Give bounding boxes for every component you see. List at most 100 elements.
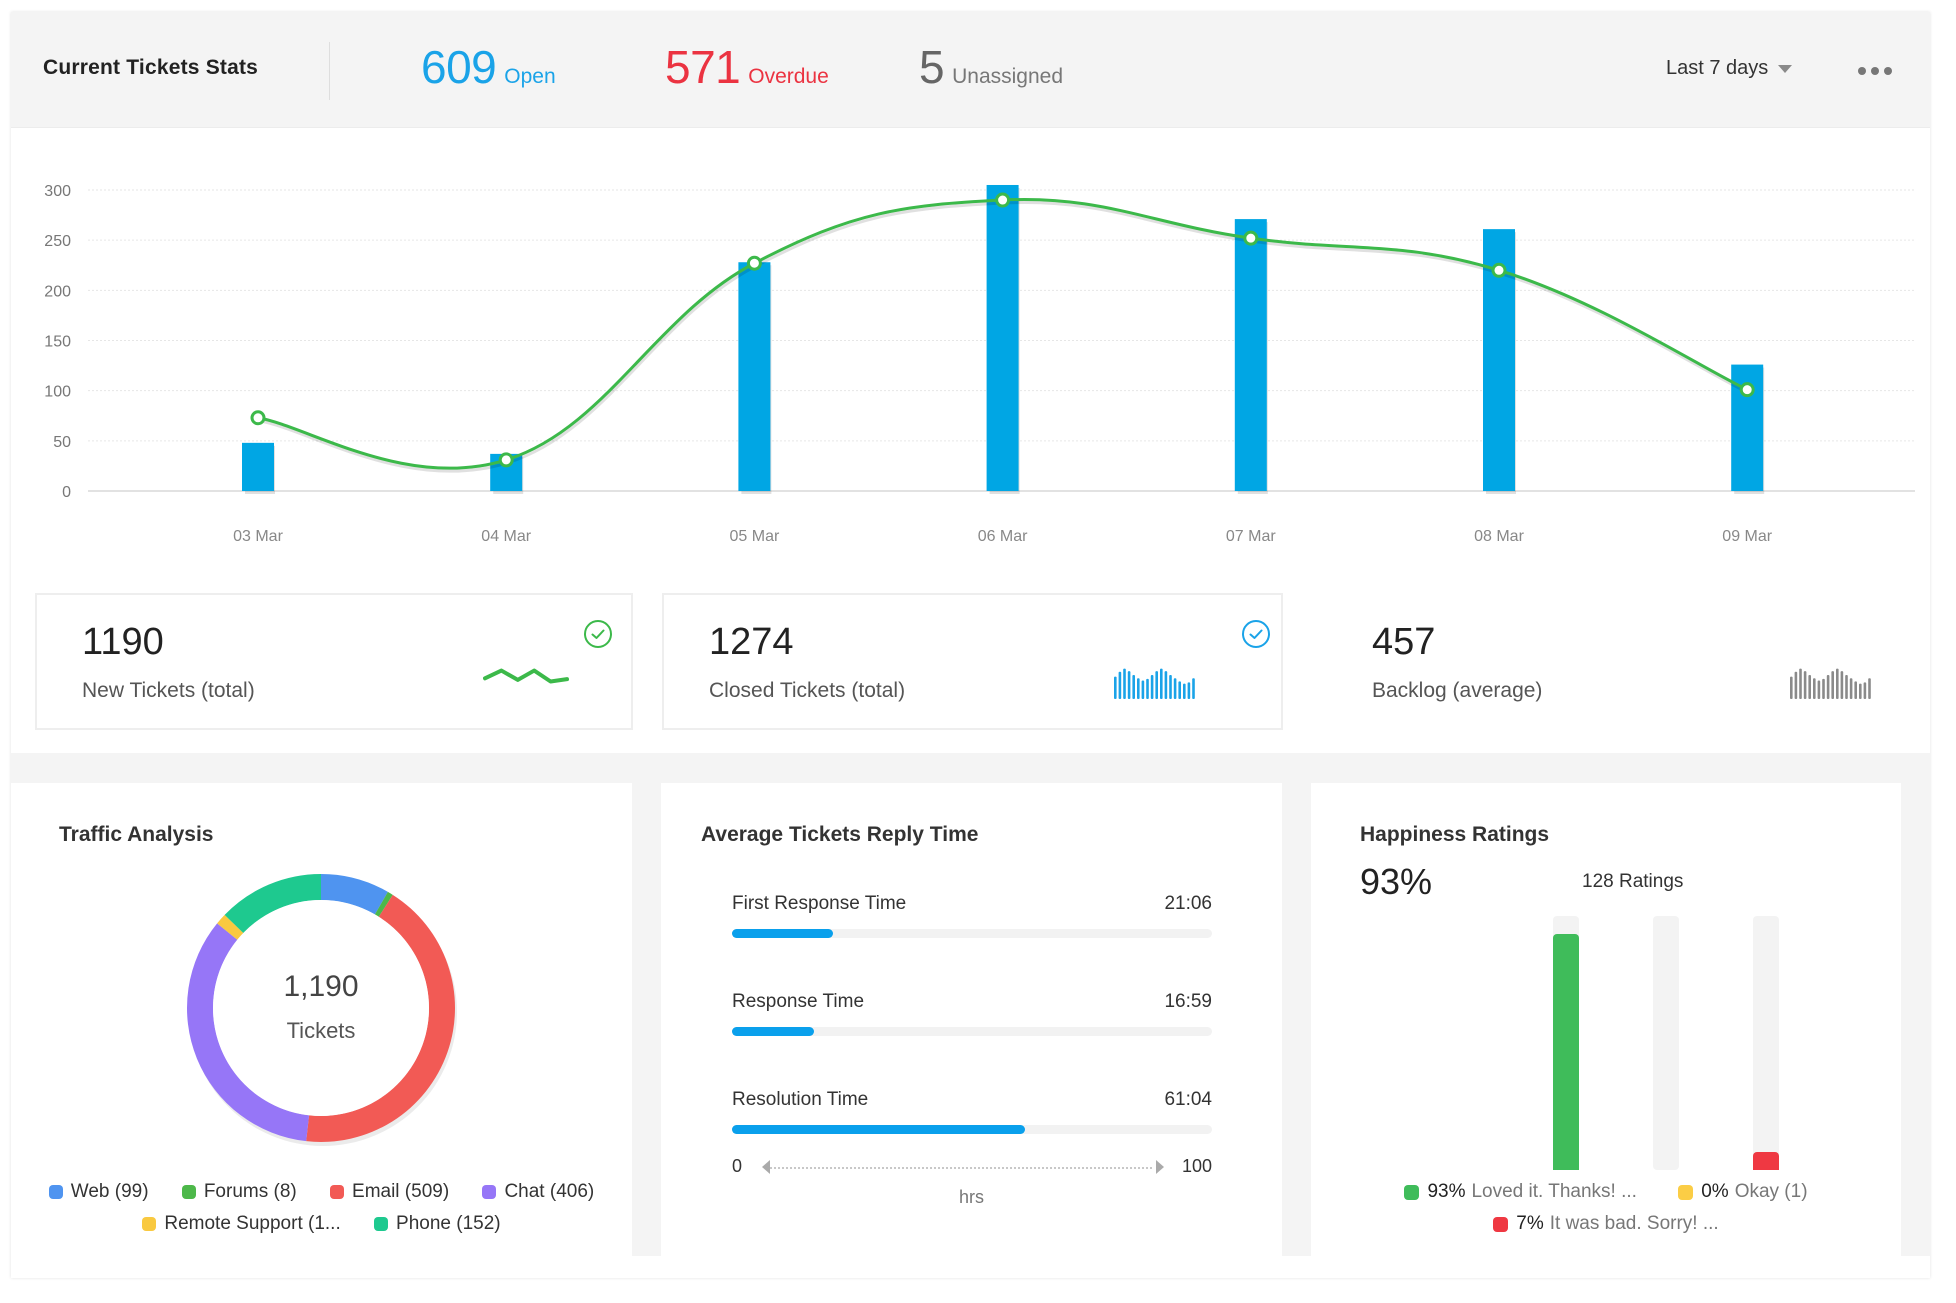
sparkline-bar	[1132, 675, 1135, 699]
legend-text: It was bad. Sorry! ...	[1549, 1213, 1719, 1234]
sparkline-bar	[1183, 683, 1186, 699]
sparkline-bar	[1803, 671, 1807, 699]
scale-unit: hrs	[958, 1187, 984, 1207]
dashboard: Current Tickets Stats 609 Open 571 Overdue…	[11, 12, 1930, 1278]
y-tick-label: 150	[44, 334, 71, 351]
sparkline-bar	[1155, 671, 1158, 699]
progress-track	[732, 1027, 1212, 1036]
backlog-value: 457	[1372, 621, 1436, 663]
arrow-right-icon[interactable]	[1156, 1160, 1164, 1174]
unassigned-label: Unassigned	[952, 65, 1063, 88]
legend-percent: 0%	[1701, 1181, 1729, 1202]
traffic-legend: Web (99) Forums (8) Email (509) Chat (40…	[11, 1181, 632, 1205]
more-options-icon[interactable]	[1858, 64, 1898, 78]
sparkline-bar	[1849, 678, 1853, 699]
x-tick-label: 04 Mar	[481, 528, 531, 545]
sparkline-bar	[1141, 680, 1145, 699]
sparkline-bar	[1173, 678, 1177, 699]
rating-bar-loved[interactable]	[1553, 916, 1579, 1170]
closed-tickets-label: Closed Tickets (total)	[709, 679, 906, 702]
line-point	[1739, 382, 1755, 398]
legend-percent: 93%	[1427, 1181, 1466, 1202]
legend-label: Web (99)	[70, 1181, 149, 1202]
open-label: Open	[504, 65, 556, 88]
legend-swatch	[142, 1217, 157, 1231]
sparkline-bar	[1840, 671, 1844, 699]
sparkline-bar	[1868, 678, 1871, 699]
sparkline-bar	[1817, 680, 1821, 699]
page-title: Current Tickets Stats	[43, 56, 259, 79]
open-tickets-stat[interactable]: 609 Open	[421, 40, 556, 94]
legend-label: Email (509)	[352, 1181, 450, 1202]
progress-fill	[732, 929, 834, 938]
rating-bar-fill	[1753, 1152, 1779, 1170]
legend-item-chat[interactable]: Chat (406)	[482, 1181, 594, 1203]
header-bar: Current Tickets Stats 609 Open 571 Overdue…	[11, 12, 1930, 128]
row-value: 21:06	[1164, 893, 1212, 914]
sparkline-bar	[1127, 671, 1131, 699]
panel-gap	[1901, 783, 1930, 1256]
x-tick-label: 08 Mar	[1474, 528, 1524, 545]
bar	[1234, 219, 1267, 491]
caret-down-icon	[1778, 64, 1793, 73]
sparkline-bar	[1169, 675, 1172, 699]
happiness-percent: 93%	[1360, 861, 1433, 902]
legend-item-forums[interactable]: Forums (8)	[181, 1181, 297, 1203]
sparkline-bar	[1150, 675, 1154, 699]
x-tick-label: 07 Mar	[1226, 528, 1276, 545]
arrow-left-icon[interactable]	[762, 1160, 770, 1174]
y-tick-label: 250	[44, 233, 71, 250]
legend-item-loved[interactable]: 93% Loved it. Thanks! ...	[1404, 1181, 1637, 1203]
line-point	[995, 192, 1011, 208]
dot	[1884, 67, 1892, 75]
line-point	[1243, 230, 1259, 246]
traffic-analysis-title: Traffic Analysis	[59, 823, 214, 846]
bar	[738, 262, 771, 491]
backlog-card[interactable]: 457 Backlog (average)	[1290, 593, 1920, 730]
check-circle-icon	[1242, 620, 1270, 648]
overdue-label: Overdue	[748, 65, 829, 88]
legend-item-okay[interactable]: 0% Okay (1)	[1678, 1181, 1808, 1203]
legend-item-email[interactable]: Email (509)	[330, 1181, 449, 1203]
dot	[1858, 67, 1866, 75]
unassigned-tickets-stat[interactable]: 5 Unassigned	[919, 40, 1063, 94]
legend-item-phone[interactable]: Phone (152)	[374, 1213, 501, 1235]
donut-unit: Tickets	[286, 1018, 356, 1043]
rating-bar-fill	[1553, 933, 1579, 1170]
sparkline-bar	[1836, 668, 1839, 699]
new-tickets-value: 1190	[82, 621, 164, 663]
legend-item-web[interactable]: Web (99)	[48, 1181, 149, 1203]
overdue-tickets-stat[interactable]: 571 Overdue	[665, 40, 829, 94]
sparkline-bar	[1118, 671, 1122, 699]
sparkline-bar	[1813, 678, 1816, 699]
rating-bar-bad[interactable]	[1753, 916, 1779, 1170]
donut-total: 1,190	[283, 970, 359, 1003]
y-tick-label: 300	[44, 183, 71, 200]
scale-line	[770, 1167, 1152, 1169]
new-tickets-label: New Tickets (total)	[82, 679, 255, 702]
row-label: Resolution Time	[732, 1089, 869, 1110]
legend-item-bad[interactable]: 7% It was bad. Sorry! ...	[1493, 1213, 1719, 1235]
closed-tickets-value: 1274	[709, 621, 794, 663]
sparkline-bar	[1799, 668, 1802, 699]
new-tickets-card[interactable]: 1190 New Tickets (total)	[35, 593, 633, 730]
rating-bar-okay[interactable]	[1653, 916, 1679, 1170]
legend-item-remote-support[interactable]: Remote Support (1...	[142, 1213, 341, 1235]
sparkline-bar	[1123, 668, 1126, 699]
sparkline-bar	[1187, 682, 1191, 699]
legend-swatch	[1678, 1184, 1694, 1200]
legend-label: Remote Support (1...	[164, 1213, 341, 1234]
closed-tickets-sparkline	[1114, 668, 1195, 699]
sparkline-bar	[1831, 671, 1834, 699]
legend-swatch	[1493, 1216, 1509, 1232]
closed-tickets-card[interactable]: 1274 Closed Tickets (total)	[662, 593, 1283, 730]
progress-fill	[732, 1027, 814, 1036]
sparkline-bar	[1178, 681, 1181, 699]
x-tick-label: 06 Mar	[978, 528, 1028, 545]
happiness-panel: Happiness Ratings 93% 128 Ratings 93% Lov…	[1311, 783, 1901, 1256]
date-range-dropdown[interactable]: Last 7 days	[1666, 57, 1793, 80]
ratings-count: 128 Ratings	[1582, 871, 1684, 892]
legend-swatch	[48, 1185, 63, 1199]
check-circle-icon	[584, 620, 612, 648]
traffic-analysis-panel: Traffic Analysis 1,190 Tickets Web (99) …	[11, 783, 632, 1256]
